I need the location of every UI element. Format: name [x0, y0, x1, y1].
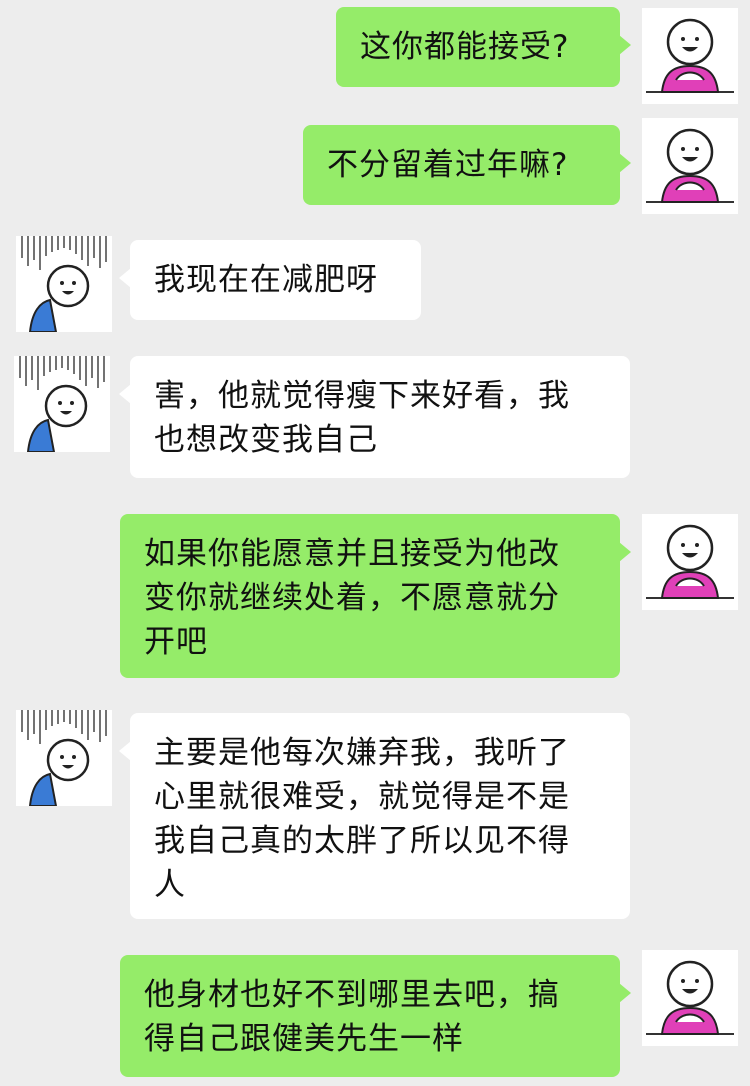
message-text: 主要是他每次嫌弃我，我听了 心里就很难受，就觉得是不是 我自己真的太胖了所以见不… — [154, 735, 570, 903]
message-bubble-received[interactable]: 主要是他每次嫌弃我，我听了 心里就很难受，就觉得是不是 我自己真的太胖了所以见不… — [119, 713, 630, 919]
message-text: 如果你能愿意并且接受为他改 变你就继续处着，不愿意就分 开吧 — [144, 536, 560, 660]
gloomy-stick-figure-icon — [14, 356, 110, 452]
my-avatar[interactable] — [642, 950, 738, 1046]
message-text: 害，他就觉得瘦下来好看，我 也想改变我自己 — [154, 378, 570, 458]
message-text: 我现在在减肥呀 — [154, 262, 378, 298]
gloomy-stick-figure-icon — [16, 710, 112, 806]
smiling-stick-figure-icon — [642, 950, 738, 1046]
my-avatar[interactable] — [642, 8, 738, 104]
message-bubble-sent[interactable]: 这你都能接受? — [336, 7, 631, 87]
smiling-stick-figure-icon — [642, 8, 738, 104]
message-text: 这你都能接受? — [360, 29, 570, 65]
my-avatar[interactable] — [642, 514, 738, 610]
message-bubble-received[interactable]: 我现在在减肥呀 — [119, 240, 421, 320]
smiling-stick-figure-icon — [642, 514, 738, 610]
message-text: 不分留着过年嘛? — [327, 147, 569, 183]
my-avatar[interactable] — [642, 118, 738, 214]
message-bubble-sent[interactable]: 不分留着过年嘛? — [303, 125, 631, 205]
gloomy-stick-figure-icon — [16, 236, 112, 332]
contact-avatar[interactable] — [14, 356, 110, 452]
message-bubble-received[interactable]: 害，他就觉得瘦下来好看，我 也想改变我自己 — [119, 356, 630, 478]
message-bubble-sent[interactable]: 如果你能愿意并且接受为他改 变你就继续处着，不愿意就分 开吧 — [120, 514, 631, 678]
contact-avatar[interactable] — [16, 710, 112, 806]
smiling-stick-figure-icon — [642, 118, 738, 214]
message-bubble-sent[interactable]: 他身材也好不到哪里去吧，搞 得自己跟健美先生一样 — [120, 955, 631, 1077]
message-text: 他身材也好不到哪里去吧，搞 得自己跟健美先生一样 — [144, 977, 560, 1057]
contact-avatar[interactable] — [16, 236, 112, 332]
